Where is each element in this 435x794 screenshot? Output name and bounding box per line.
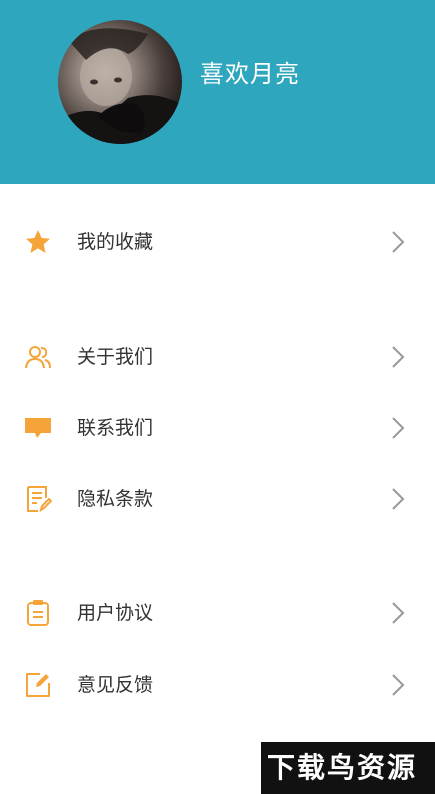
users-icon [25, 346, 51, 369]
menu-label-feedback: 意见反馈 [77, 674, 154, 696]
profile-header: 喜欢月亮 [0, 0, 435, 184]
chevron-right-icon [392, 488, 405, 510]
menu-label-contact: 联系我们 [77, 417, 154, 439]
clipboard-icon [27, 600, 49, 626]
menu-item-favorites[interactable]: 我的收藏 [0, 212, 435, 272]
watermark-text: 下载鸟资源 [267, 751, 418, 784]
document-edit-icon [27, 486, 52, 513]
menu-label-about: 关于我们 [77, 346, 154, 368]
chat-icon [25, 418, 51, 438]
avatar[interactable] [58, 20, 182, 144]
chevron-right-icon [392, 346, 405, 368]
star-icon [26, 230, 50, 253]
chevron-right-icon [392, 602, 405, 624]
chevron-right-icon [392, 674, 405, 696]
menu-label-agreement: 用户协议 [77, 602, 154, 624]
menu-label-privacy: 隐私条款 [77, 488, 154, 510]
menu-item-contact[interactable]: 联系我们 [0, 398, 435, 458]
menu-item-about[interactable]: 关于我们 [0, 327, 435, 387]
chevron-right-icon [392, 231, 405, 253]
edit-square-icon [26, 673, 50, 697]
menu-label-favorites: 我的收藏 [77, 231, 154, 253]
menu-item-agreement[interactable]: 用户协议 [0, 583, 435, 643]
menu-item-feedback[interactable]: 意见反馈 [0, 655, 435, 715]
watermark: 下载鸟资源 [261, 742, 435, 794]
chevron-right-icon [392, 417, 405, 439]
avatar-photo [58, 28, 182, 144]
username: 喜欢月亮 [200, 60, 300, 88]
menu-item-privacy[interactable]: 隐私条款 [0, 469, 435, 529]
profile-page: 喜欢月亮 我的收藏 关于我们 联系我们 隐私条款 用户协议 意见反馈 下载鸟资源 [0, 0, 435, 794]
